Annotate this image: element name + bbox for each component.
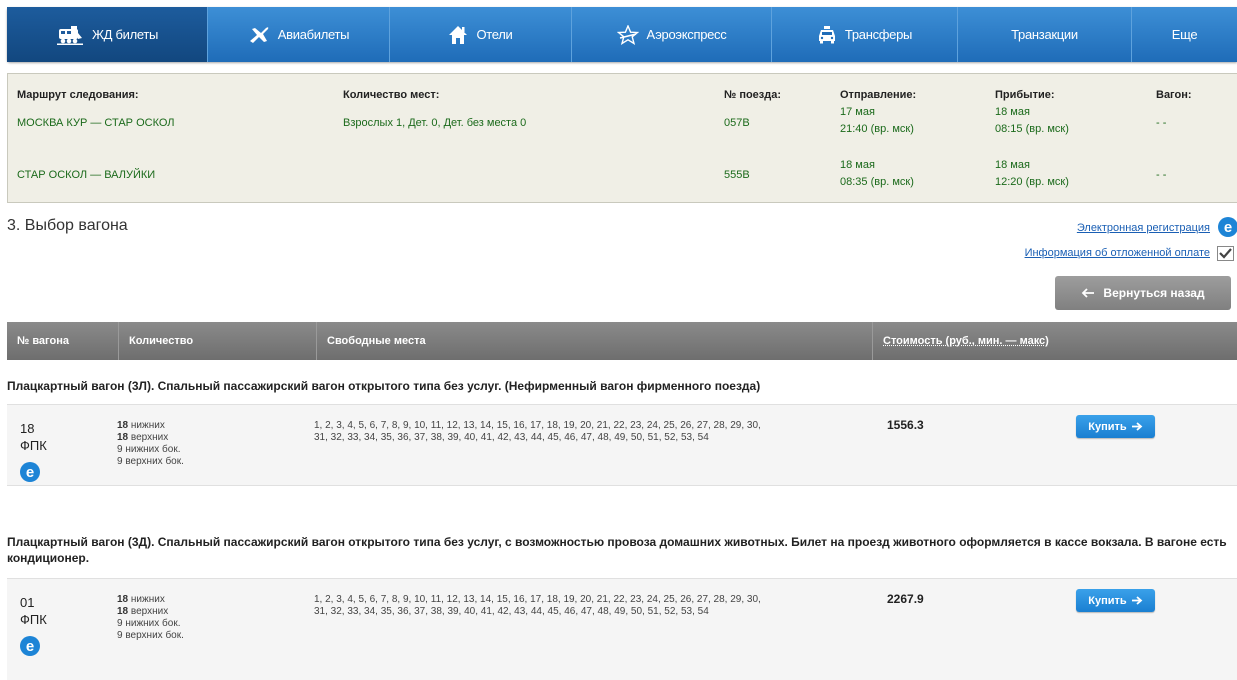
seat-count-lower: 18 нижних	[117, 420, 184, 432]
free-seats-line: 1, 2, 3, 4, 5, 6, 7, 8, 9, 10, 11, 12, 1…	[314, 420, 869, 432]
wagon-number-value: 01	[20, 594, 47, 611]
wagon-carrier: ФПК	[20, 611, 47, 628]
seat-count-lower-side: 9 нижних бок.	[117, 618, 184, 630]
nav-tab-hotels[interactable]: Отели	[390, 7, 572, 62]
deferred-payment-info-link[interactable]: Информация об отложенной оплате	[1025, 247, 1210, 259]
leg-departure-time: 08:35 (вр. мск)	[840, 176, 914, 188]
arrival-header: Прибытие:	[995, 89, 1055, 101]
route-summary-panel: Маршрут следования: Количество мест: № п…	[7, 73, 1237, 203]
e-registration-icon: e	[20, 462, 40, 482]
nav-tab-label: Отели	[476, 27, 512, 42]
arrow-right-icon	[1132, 422, 1143, 431]
nav-tab-label: Аэроэкспресс	[647, 27, 727, 42]
free-seats-list: 1, 2, 3, 4, 5, 6, 7, 8, 9, 10, 11, 12, 1…	[314, 420, 869, 444]
e-registration-icon: e	[1218, 217, 1237, 237]
car-header: Вагон:	[1156, 89, 1192, 101]
free-seats-line: 31, 32, 33, 34, 35, 36, 37, 38, 39, 40, …	[314, 432, 869, 444]
wagon-price: 1556.3	[887, 418, 924, 432]
back-button[interactable]: Вернуться назад	[1055, 276, 1231, 310]
leg-arrival-date: 18 мая	[995, 159, 1030, 171]
column-header-quantity: Количество	[119, 322, 317, 360]
back-button-label: Вернуться назад	[1103, 286, 1204, 300]
nav-tab-more[interactable]: Еще	[1132, 7, 1237, 62]
nav-tab-label: Еще	[1172, 27, 1198, 42]
electronic-registration-link[interactable]: Электронная регистрация	[1077, 222, 1210, 234]
leg-train-number: 555В	[724, 169, 750, 181]
leg-seats: Взрослых 1, Дет. 0, Дет. без места 0	[343, 117, 526, 129]
page-title: 3. Выбор вагона	[7, 217, 128, 235]
wagon-type-title: Плацкартный вагон (3Л). Спальный пассажи…	[7, 378, 1237, 394]
buy-button-label: Купить	[1088, 421, 1126, 433]
wagon-number: 18 ФПК	[20, 420, 47, 454]
leg-departure-date: 17 мая	[840, 106, 875, 118]
main-nav: ЖД билеты Авиабилеты Отели Аэроэкспресс …	[7, 7, 1237, 62]
train-number-header: № поезда:	[724, 89, 781, 101]
seat-count-upper: 18 верхних	[117, 432, 184, 444]
buy-button[interactable]: Купить	[1076, 415, 1155, 438]
buy-button-label: Купить	[1088, 595, 1126, 607]
wagon-table-header: № вагона Количество Свободные места Стои…	[7, 322, 1237, 360]
nav-tab-label: Авиабилеты	[278, 27, 349, 42]
leg-departure-date: 18 мая	[840, 159, 875, 171]
buy-button[interactable]: Купить	[1076, 589, 1155, 612]
wagon-seat-counts: 18 нижних 18 верхних 9 нижних бок. 9 вер…	[117, 420, 184, 468]
wagon-number: 01 ФПК	[20, 594, 47, 628]
nav-tab-rail-tickets[interactable]: ЖД билеты	[7, 7, 208, 62]
wagon-seat-counts: 18 нижних 18 верхних 9 нижних бок. 9 вер…	[117, 594, 184, 642]
seat-count-upper: 18 верхних	[117, 606, 184, 618]
wagon-number-value: 18	[20, 420, 47, 437]
leg-arrival-time: 12:20 (вр. мск)	[995, 176, 1069, 188]
free-seats-line: 1, 2, 3, 4, 5, 6, 7, 8, 9, 10, 11, 12, 1…	[314, 594, 869, 606]
column-header-price[interactable]: Стоимость (руб., мин. — макс)	[873, 322, 1237, 360]
leg-train-number: 057В	[724, 117, 750, 129]
arrow-left-icon	[1081, 288, 1095, 298]
seat-count-lower-side: 9 нижних бок.	[117, 444, 184, 456]
free-seats-line: 31, 32, 33, 34, 35, 36, 37, 38, 39, 40, …	[314, 606, 869, 618]
seats-header: Количество мест:	[343, 89, 439, 101]
plane-icon	[248, 25, 270, 45]
checkmark-icon[interactable]	[1217, 246, 1234, 261]
nav-tab-label: Транзакции	[1011, 27, 1078, 42]
nav-tab-flights[interactable]: Авиабилеты	[208, 7, 390, 62]
wagon-type-title: Плацкартный вагон (3Д). Спальный пассажи…	[7, 534, 1237, 566]
column-header-free-seats: Свободные места	[317, 322, 873, 360]
leg-car: - -	[1156, 117, 1166, 129]
nav-tab-transfers[interactable]: Трансферы	[772, 7, 958, 62]
e-registration-icon: e	[20, 636, 40, 656]
star-icon	[617, 25, 639, 45]
leg-route: СТАР ОСКОЛ — ВАЛУЙКИ	[17, 169, 155, 181]
home-icon	[448, 25, 468, 45]
column-header-car-number: № вагона	[7, 322, 119, 360]
sort-by-price-link[interactable]: Стоимость (руб., мин. — макс)	[883, 335, 1049, 347]
seat-count-upper-side: 9 верхних бок.	[117, 630, 184, 642]
wagon-carrier: ФПК	[20, 437, 47, 454]
train-icon	[56, 25, 84, 45]
nav-tab-transactions[interactable]: Транзакции	[958, 7, 1132, 62]
route-header: Маршрут следования:	[17, 89, 139, 101]
free-seats-list: 1, 2, 3, 4, 5, 6, 7, 8, 9, 10, 11, 12, 1…	[314, 594, 869, 618]
nav-tab-label: ЖД билеты	[92, 27, 158, 42]
leg-arrival-time: 08:15 (вр. мск)	[995, 123, 1069, 135]
wagon-price: 2267.9	[887, 592, 924, 606]
leg-arrival-date: 18 мая	[995, 106, 1030, 118]
nav-tab-aeroexpress[interactable]: Аэроэкспресс	[572, 7, 772, 62]
seat-count-lower: 18 нижних	[117, 594, 184, 606]
leg-car: - -	[1156, 169, 1166, 181]
leg-route: МОСКВА КУР — СТАР ОСКОЛ	[17, 117, 175, 129]
wagon-row: 01 ФПК 18 нижних 18 верхних 9 нижних бок…	[7, 578, 1237, 680]
leg-departure-time: 21:40 (вр. мск)	[840, 123, 914, 135]
arrow-right-icon	[1132, 596, 1143, 605]
seat-count-upper-side: 9 верхних бок.	[117, 456, 184, 468]
departure-header: Отправление:	[840, 89, 916, 101]
wagon-row: 18 ФПК 18 нижних 18 верхних 9 нижних бок…	[7, 404, 1237, 486]
car-icon	[817, 26, 837, 44]
nav-tab-label: Трансферы	[845, 27, 912, 42]
